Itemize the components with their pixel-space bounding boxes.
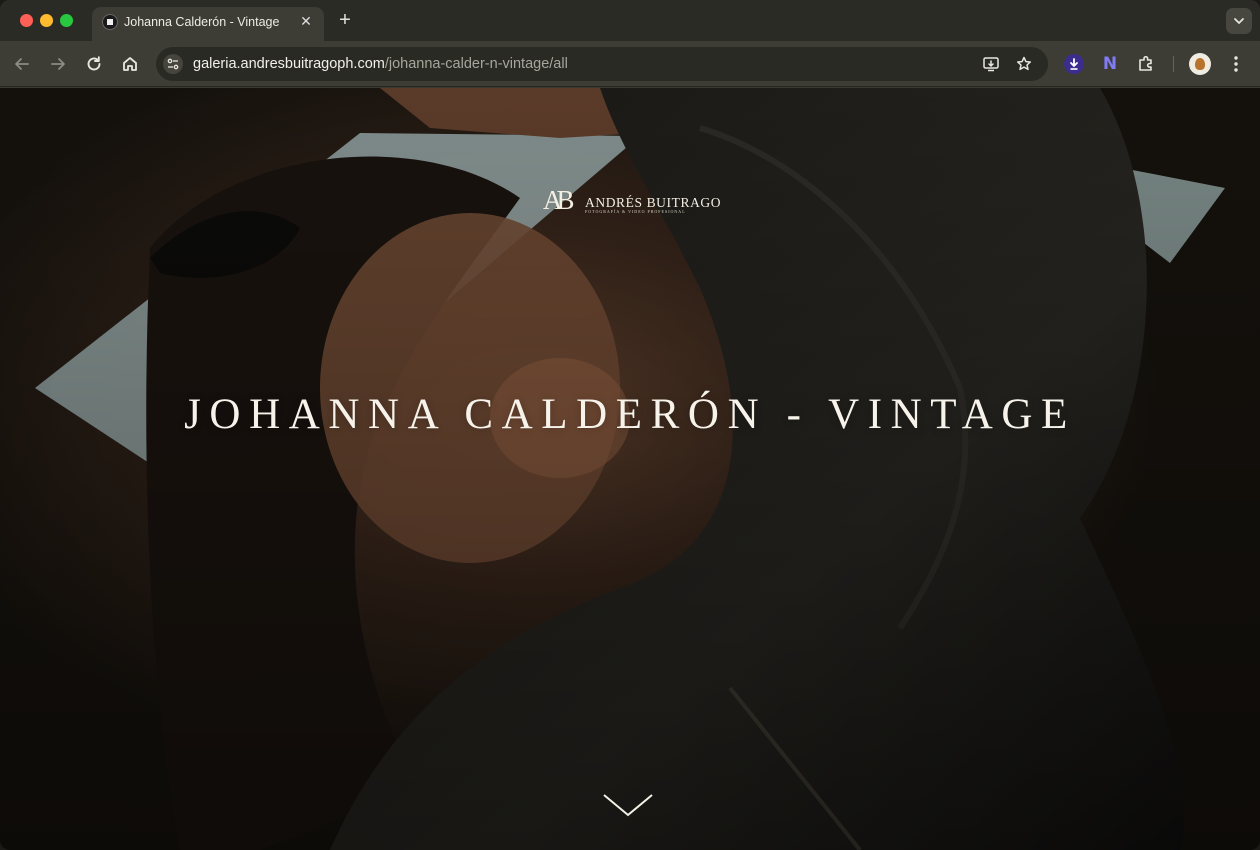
extensions-puzzle-icon: [1139, 55, 1152, 71]
tab-search-button[interactable]: [1226, 8, 1252, 34]
gallery-title: JOHANNA CALDERÓN - VINTAGE: [184, 391, 1076, 438]
reload-button[interactable]: [83, 53, 105, 75]
bookmark-star-icon: [1016, 56, 1032, 71]
back-button[interactable]: [11, 53, 33, 75]
page-viewport[interactable]: AB ANDRÉS BUITRAGO FOTOGRAFÍA & VIDEO PR…: [0, 88, 1260, 850]
browser-menu-button[interactable]: [1226, 53, 1246, 75]
browser-window: Johanna Calderón - Vintage ✕ + galeria.a…: [0, 0, 1260, 850]
tab-strip: Johanna Calderón - Vintage ✕ +: [0, 0, 1260, 41]
photographer-logo[interactable]: AB ANDRÉS BUITRAGO FOTOGRAFÍA & VIDEO PR…: [543, 186, 723, 216]
fullscreen-window-button[interactable]: [60, 14, 73, 27]
close-window-button[interactable]: [20, 14, 33, 27]
browser-toolbar: galeria.andresbuitragoph.com/johanna-cal…: [0, 41, 1260, 87]
chevron-down-icon: [1234, 18, 1244, 24]
chevron-down-icon: [603, 794, 653, 817]
url-path: /johanna-calder-n-vintage/all: [384, 56, 568, 72]
download-extension-icon: [1070, 58, 1078, 70]
download-extension-button[interactable]: [1064, 54, 1084, 74]
back-icon: [15, 58, 29, 70]
tab-active[interactable]: Johanna Calderón - Vintage ✕: [92, 7, 324, 41]
bookmark-button[interactable]: [1015, 55, 1033, 73]
logo-monogram: AB: [543, 185, 574, 215]
profile-avatar[interactable]: [1189, 53, 1211, 75]
home-button[interactable]: [119, 53, 141, 75]
tab-close-icon[interactable]: ✕: [297, 12, 315, 30]
toolbar-divider: [1173, 56, 1174, 72]
menu-dots-icon: [1234, 56, 1238, 72]
forward-button[interactable]: [47, 53, 69, 75]
gallery-favicon-icon: [102, 14, 118, 30]
n-extension-icon[interactable]: N: [1100, 54, 1120, 74]
logo-tagline: FOTOGRAFÍA & VIDEO PROFESIONAL: [585, 209, 686, 214]
address-bar[interactable]: galeria.andresbuitragoph.com/johanna-cal…: [156, 47, 1048, 81]
forward-icon: [51, 58, 65, 70]
url-text[interactable]: galeria.andresbuitragoph.com/johanna-cal…: [193, 56, 568, 72]
reload-icon: [87, 56, 101, 71]
url-host: galeria.andresbuitragoph.com: [193, 56, 385, 72]
site-info-icon: [167, 58, 179, 70]
install-app-button[interactable]: [982, 55, 1000, 73]
site-info-button[interactable]: [163, 54, 183, 74]
scroll-down-button[interactable]: [602, 792, 654, 818]
minimize-window-button[interactable]: [40, 14, 53, 27]
tab-title: Johanna Calderón - Vintage: [124, 15, 280, 29]
new-tab-button[interactable]: +: [334, 9, 356, 31]
install-app-icon: [983, 57, 999, 72]
extensions-button[interactable]: [1136, 54, 1156, 74]
home-icon: [123, 57, 137, 71]
